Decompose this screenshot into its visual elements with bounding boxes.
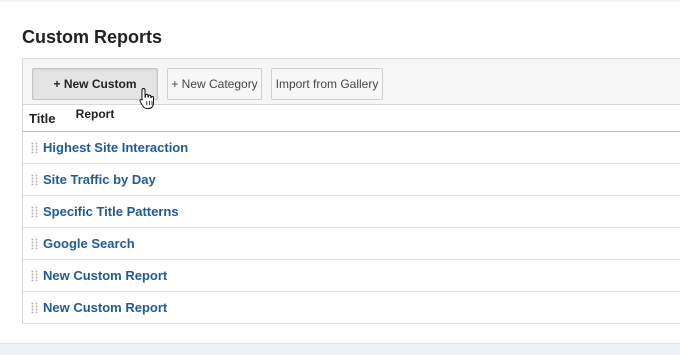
- title-column-header[interactable]: Title: [29, 111, 56, 126]
- table-row: New Custom Report: [23, 292, 680, 324]
- report-link[interactable]: Highest Site Interaction: [43, 140, 188, 156]
- report-link[interactable]: Google Search: [43, 236, 135, 252]
- report-link[interactable]: Specific Title Patterns: [43, 204, 179, 220]
- toolbar: + New Custom Report + New Category Impor…: [22, 58, 680, 121]
- report-link[interactable]: New Custom Report: [43, 300, 167, 316]
- report-link[interactable]: Site Traffic by Day: [43, 172, 156, 188]
- drag-handle-icon[interactable]: [31, 206, 38, 218]
- page-title: Custom Reports: [22, 27, 163, 47]
- import-from-gallery-button[interactable]: Import from Gallery: [271, 68, 383, 100]
- drag-handle-icon[interactable]: [31, 174, 38, 186]
- new-category-button[interactable]: + New Category: [167, 68, 262, 100]
- drag-handle-icon[interactable]: [31, 302, 38, 314]
- table-row: New Custom Report: [23, 260, 680, 292]
- table-header: Title: [23, 105, 680, 132]
- custom-reports-panel: Custom Reports + New Custom Report + New…: [0, 2, 680, 344]
- reports-table: Title Highest Site Interaction Site Traf…: [22, 105, 680, 324]
- table-row: Specific Title Patterns: [23, 196, 680, 228]
- report-link[interactable]: New Custom Report: [43, 268, 167, 284]
- table-row: Site Traffic by Day: [23, 164, 680, 196]
- drag-handle-icon[interactable]: [31, 270, 38, 282]
- hand-pointer-icon: [139, 87, 154, 109]
- table-row: Google Search: [23, 228, 680, 260]
- drag-handle-icon[interactable]: [31, 142, 38, 154]
- table-row: Highest Site Interaction: [23, 132, 680, 164]
- drag-handle-icon[interactable]: [31, 238, 38, 250]
